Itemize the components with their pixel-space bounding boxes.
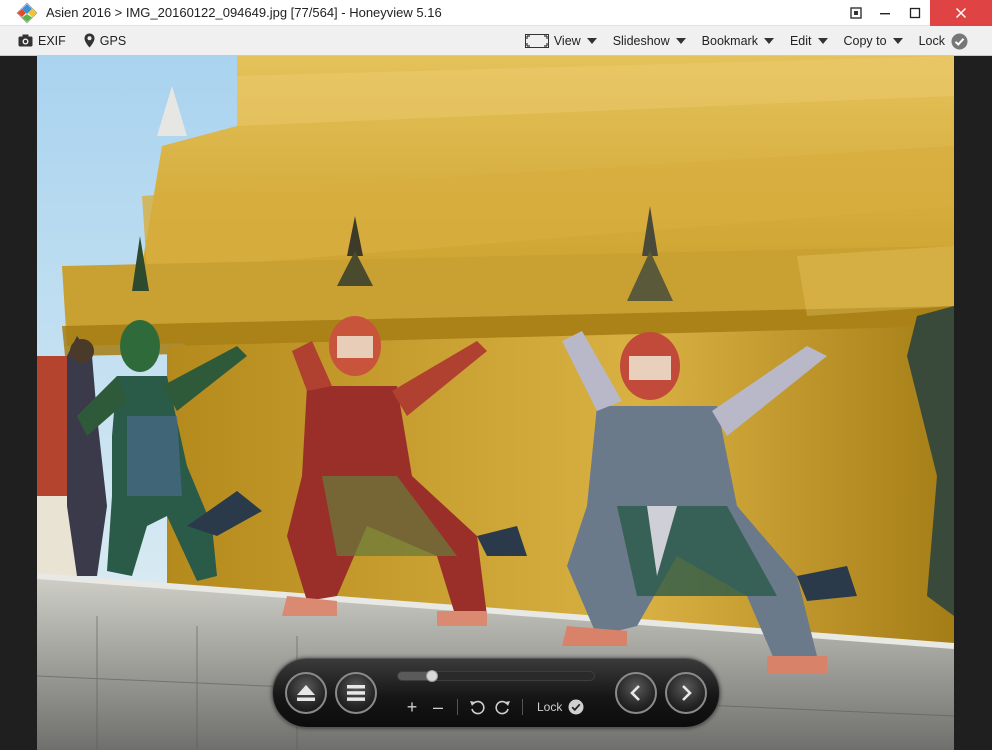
bookmark-menu[interactable]: Bookmark: [696, 26, 780, 56]
title-bar: Asien 2016 > IMG_20160122_094649.jpg [77…: [0, 0, 992, 26]
eject-button[interactable]: [285, 672, 327, 714]
rotate-left-icon: [470, 700, 485, 715]
eject-icon: [297, 685, 315, 701]
image-viewer[interactable]: + – Lock: [0, 56, 992, 750]
slider-thumb[interactable]: [426, 670, 438, 682]
check-circle-icon: [568, 699, 584, 715]
rotate-right-icon: [495, 700, 510, 715]
chevron-down-icon: [892, 38, 903, 44]
chevron-down-icon: [586, 38, 597, 44]
slideshow-menu[interactable]: Slideshow: [607, 26, 692, 56]
chevron-left-icon: [630, 685, 640, 701]
chevron-down-icon: [763, 38, 774, 44]
slideshow-label: Slideshow: [612, 34, 670, 48]
pin-icon: [850, 7, 862, 19]
chevron-down-icon: [675, 38, 686, 44]
toolbar: EXIF GPS View Slideshow Bookmark Edit Co…: [0, 26, 992, 56]
minimize-button[interactable]: [870, 0, 900, 26]
copy-to-label: Copy to: [843, 34, 887, 48]
copy-to-menu[interactable]: Copy to: [838, 26, 909, 56]
rotate-right-button[interactable]: [490, 695, 516, 719]
edit-menu[interactable]: Edit: [784, 26, 834, 56]
playback-control-bar: + – Lock: [272, 658, 720, 728]
view-menu[interactable]: View: [519, 26, 603, 56]
close-button[interactable]: [930, 0, 992, 26]
gps-button[interactable]: GPS: [78, 26, 132, 56]
maximize-icon: [909, 7, 921, 19]
lock-label: Lock: [537, 700, 563, 714]
exif-label: EXIF: [38, 33, 66, 48]
close-icon: [955, 7, 967, 19]
menu-button[interactable]: [335, 672, 377, 714]
check-circle-icon: [951, 33, 968, 50]
maximize-button[interactable]: [900, 0, 930, 26]
lock-button[interactable]: Lock: [913, 26, 974, 56]
bookmark-label: Bookmark: [701, 34, 758, 48]
view-frame-icon: [524, 34, 549, 48]
image-position-slider[interactable]: [397, 670, 595, 682]
previous-image-button[interactable]: [615, 672, 657, 714]
gps-label: GPS: [99, 33, 127, 48]
next-image-button[interactable]: [665, 672, 707, 714]
rotate-left-button[interactable]: [464, 695, 490, 719]
edit-label: Edit: [789, 34, 812, 48]
zoom-out-button[interactable]: –: [425, 695, 451, 719]
divider: [457, 699, 458, 715]
photo-image: [37, 56, 954, 750]
camera-icon: [18, 34, 33, 47]
zoom-in-button[interactable]: +: [399, 695, 425, 719]
divider: [522, 699, 523, 715]
lock-toggle[interactable]: Lock: [537, 699, 584, 715]
chevron-down-icon: [817, 38, 828, 44]
honeyview-app-icon[interactable]: [14, 0, 40, 26]
view-label: View: [553, 34, 581, 48]
minimize-icon: [880, 13, 890, 15]
window-controls: [842, 0, 992, 26]
map-pin-icon: [84, 33, 95, 48]
exif-button[interactable]: EXIF: [12, 26, 72, 56]
window-title: Asien 2016 > IMG_20160122_094649.jpg [77…: [46, 5, 442, 20]
menu-icon: [347, 685, 365, 701]
chevron-right-icon: [682, 685, 692, 701]
mini-toolbar: + – Lock: [399, 695, 584, 719]
lock-label: Lock: [918, 34, 945, 48]
photo-illustration: [37, 56, 954, 750]
pin-window-button[interactable]: [842, 0, 870, 26]
